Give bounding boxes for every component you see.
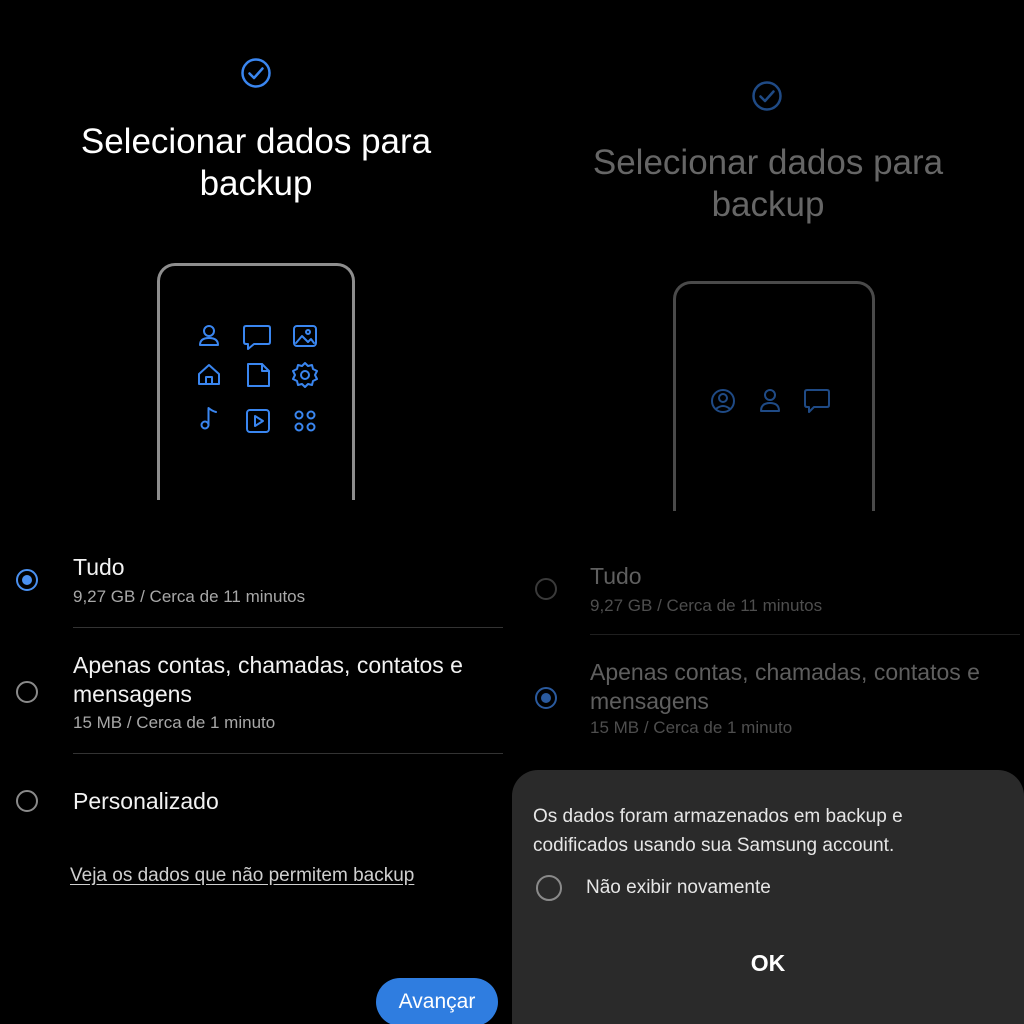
divider <box>73 627 503 628</box>
radio-accounts[interactable] <box>16 681 38 703</box>
image-icon <box>293 325 317 347</box>
next-button[interactable]: Avançar <box>376 978 498 1024</box>
radio-accounts[interactable] <box>535 687 557 709</box>
option-all-detail: 9,27 GB / Cerca de 11 minutos <box>590 596 823 615</box>
dont-show-again-checkbox[interactable] <box>536 875 562 901</box>
excluded-data-link[interactable]: Veja os dados que não permitem backup <box>70 865 414 887</box>
page-title: Selecionar dados para backup <box>592 143 944 224</box>
dialog-message: Os dados foram armazenados em backup e c… <box>533 806 903 856</box>
backup-screen-right: Selecionar dados para backup Tudo 9,27 G… <box>512 0 1024 1024</box>
option-accounts-detail: 15 MB / Cerca de 1 minuto <box>73 713 276 732</box>
option-accounts-label: Apenas contas, chamadas, contatos e mens… <box>590 659 980 714</box>
person-icon <box>199 325 219 346</box>
page-title: Selecionar dados para backup <box>80 122 432 203</box>
option-all-label: Tudo <box>73 554 125 580</box>
check-circle-icon <box>752 81 782 111</box>
radio-custom[interactable] <box>16 790 38 812</box>
phone-illustration <box>157 263 355 500</box>
home-icon <box>198 364 220 385</box>
person-icon <box>760 389 780 412</box>
option-all-label: Tudo <box>590 563 642 589</box>
backup-info-dialog: Os dados foram armazenados em backup e c… <box>512 770 1024 1024</box>
divider <box>590 634 1020 635</box>
radio-all[interactable] <box>16 569 38 591</box>
option-accounts-detail: 15 MB / Cerca de 1 minuto <box>590 718 793 737</box>
ok-button[interactable]: OK <box>512 950 1024 977</box>
chat-icon <box>243 325 271 350</box>
apps-icon <box>294 410 316 432</box>
chat-icon <box>804 389 830 413</box>
check-circle-icon <box>241 58 271 88</box>
option-custom-label: Personalizado <box>73 788 219 814</box>
option-accounts-label: Apenas contas, chamadas, contatos e mens… <box>73 652 463 707</box>
settings-icon <box>292 362 318 388</box>
phone-illustration <box>673 281 875 511</box>
file-icon <box>247 363 270 387</box>
music-icon <box>200 407 217 430</box>
play-icon <box>246 409 270 433</box>
divider <box>73 753 503 754</box>
dont-show-again-label[interactable]: Não exibir novamente <box>586 877 771 899</box>
account-circle-icon <box>711 389 735 413</box>
option-all-detail: 9,27 GB / Cerca de 11 minutos <box>73 587 306 606</box>
backup-screen-left: Selecionar dados para backup Tudo 9,27 G… <box>0 0 512 1024</box>
radio-all[interactable] <box>535 578 557 600</box>
